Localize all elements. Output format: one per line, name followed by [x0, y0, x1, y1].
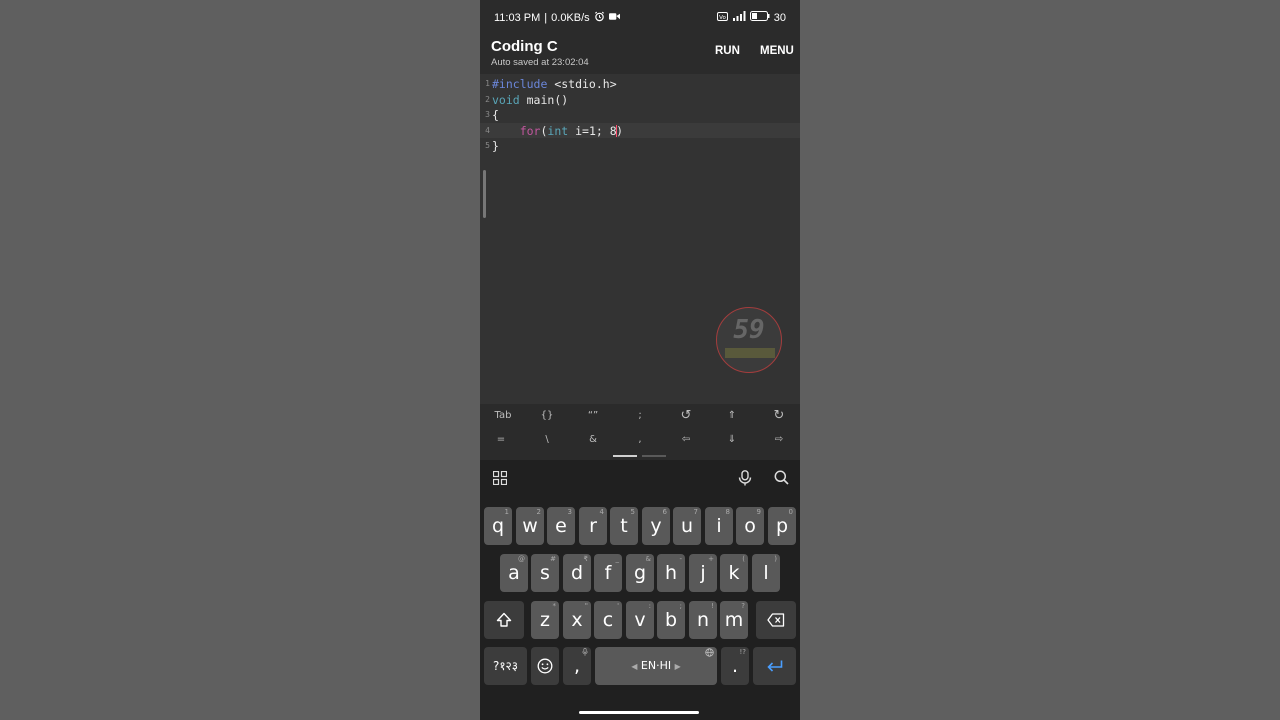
redo-icon[interactable]: ↻ — [756, 405, 800, 427]
shift-key[interactable] — [484, 601, 524, 639]
soft-keyboard: 1q 2w 3e 4r 5t 6y 7u 8i 9o 0p @ a # s ₹ d _… — [480, 504, 800, 720]
volte-icon: Vo — [716, 11, 728, 24]
space-bar[interactable]: ◀ EN·HI ▶ — [595, 647, 717, 685]
menu-button[interactable]: MENU — [760, 45, 794, 57]
channel-watermark-logo: 59 — [716, 307, 782, 373]
extra-key-backslash[interactable]: \ — [524, 429, 570, 451]
key-s[interactable]: # s — [531, 554, 559, 592]
key-e[interactable]: 3e — [547, 507, 575, 545]
key-x[interactable]: " x — [563, 601, 591, 639]
line-number: 1 — [485, 79, 490, 88]
grid-menu-icon[interactable] — [489, 470, 511, 492]
key-p[interactable]: 0p — [768, 507, 796, 545]
key-d[interactable]: ₹ d — [563, 554, 591, 592]
key-t[interactable]: 5t — [610, 507, 638, 545]
app-title: Coding C — [491, 38, 558, 55]
phone-screen: 11:03 PM | 0.0KB/s Vo 30 Coding C Auto s… — [480, 0, 800, 720]
editor-scrollbar[interactable] — [483, 170, 486, 218]
video-camera-icon — [608, 12, 620, 24]
page-indicator — [642, 455, 666, 457]
backspace-icon — [756, 601, 796, 639]
home-gesture-bar[interactable] — [579, 711, 699, 714]
status-time: 11:03 PM — [494, 12, 541, 24]
chevron-right-icon: ▶ — [674, 662, 681, 671]
key-w[interactable]: 2w — [516, 507, 544, 545]
battery-percent: 30 — [773, 11, 786, 24]
page-indicator-active — [613, 455, 637, 457]
key-o[interactable]: 9o — [736, 507, 764, 545]
extra-key-braces[interactable]: {} — [524, 405, 570, 427]
app-bar: Coding C Auto saved at 23:02:04 RUN MENU — [480, 34, 800, 74]
line-number: 5 — [485, 141, 490, 150]
status-bar: 11:03 PM | 0.0KB/s Vo 30 — [480, 0, 800, 34]
globe-icon — [705, 648, 714, 659]
extra-keys-bar: Tab {} “” ; ↺ ⇑ ↻ = \ & , ⇦ ⇓ ⇨ — [480, 404, 800, 460]
run-button[interactable]: RUN — [715, 45, 740, 57]
code-line[interactable]: 1 #include <stdio.h> — [480, 76, 800, 92]
extra-key-quotes[interactable]: “” — [570, 405, 616, 427]
key-q[interactable]: 1q — [484, 507, 512, 545]
key-r[interactable]: 4r — [579, 507, 607, 545]
extra-key-ampersand[interactable]: & — [570, 429, 616, 451]
shift-icon — [484, 601, 524, 639]
comma-key[interactable]: , — [563, 647, 591, 685]
extra-key-tab[interactable]: Tab — [480, 405, 526, 427]
arrow-down-icon[interactable]: ⇓ — [709, 429, 755, 451]
key-i[interactable]: 8i — [705, 507, 733, 545]
code-line[interactable]: 3 { — [480, 107, 800, 123]
keyboard-toolbar — [480, 460, 800, 504]
code-line[interactable]: 2 void main() — [480, 92, 800, 108]
enter-key[interactable] — [753, 647, 796, 685]
battery-icon — [749, 11, 770, 24]
key-z[interactable]: * z — [531, 601, 559, 639]
key-a[interactable]: @ a — [500, 554, 528, 592]
key-u[interactable]: 7u — [673, 507, 701, 545]
language-label: EN·HI — [640, 659, 672, 672]
backspace-key[interactable] — [756, 601, 796, 639]
code-editor[interactable]: 1 #include <stdio.h> 2 void main() 3 { 4… — [480, 74, 800, 404]
key-b[interactable]: ; b — [657, 601, 685, 639]
emoji-key[interactable] — [531, 647, 559, 685]
svg-text:Vo: Vo — [719, 14, 726, 20]
key-y[interactable]: 6y — [642, 507, 670, 545]
key-j[interactable]: + j — [689, 554, 717, 592]
extra-key-comma[interactable]: , — [617, 429, 663, 451]
extra-key-equals[interactable]: = — [480, 429, 524, 451]
mic-hint-icon — [582, 647, 588, 658]
emoji-icon — [531, 647, 559, 685]
key-c[interactable]: ' c — [594, 601, 622, 639]
search-icon[interactable] — [770, 470, 792, 492]
period-key[interactable]: !?. — [721, 647, 749, 685]
key-m[interactable]: ? m — [720, 601, 748, 639]
arrow-up-icon[interactable]: ⇑ — [709, 405, 755, 427]
enter-icon — [753, 647, 796, 685]
network-speed: 0.0KB/s — [551, 12, 590, 24]
arrow-left-icon[interactable]: ⇦ — [663, 429, 709, 451]
extra-key-semicolon[interactable]: ; — [617, 405, 663, 427]
code-line-active[interactable]: 4 for(int i=1; 8) — [480, 122, 800, 138]
chevron-left-icon: ◀ — [631, 662, 638, 671]
code-line[interactable]: 5 } — [480, 138, 800, 154]
symbols-key[interactable]: ?१२३ — [484, 647, 527, 685]
key-k[interactable]: (k — [720, 554, 748, 592]
line-number: 4 — [485, 125, 490, 135]
arrow-right-icon[interactable]: ⇨ — [756, 429, 800, 451]
key-h[interactable]: -h — [657, 554, 685, 592]
line-number: 2 — [485, 94, 490, 104]
signal-icon — [732, 11, 746, 24]
key-n[interactable]: ! n — [689, 601, 717, 639]
autosave-status: Auto saved at 23:02:04 — [491, 57, 589, 68]
line-number: 3 — [485, 110, 490, 119]
undo-icon[interactable]: ↺ — [663, 405, 709, 427]
key-g[interactable]: & g — [626, 554, 654, 592]
key-v[interactable]: :v — [626, 601, 654, 639]
key-f[interactable]: _ f — [594, 554, 622, 592]
microphone-icon[interactable] — [734, 470, 756, 492]
key-l[interactable]: ) l — [752, 554, 780, 592]
alarm-icon — [594, 11, 605, 25]
